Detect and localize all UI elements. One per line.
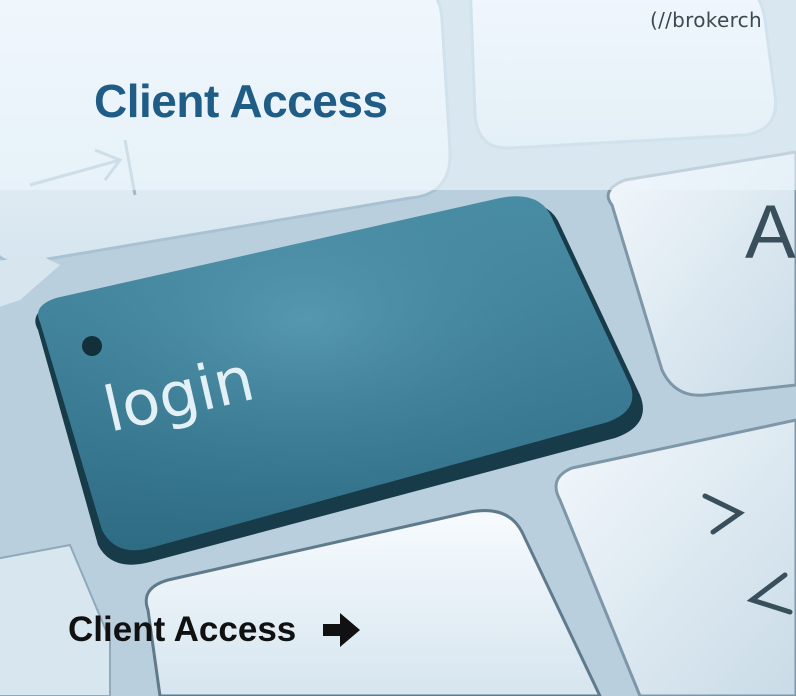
client-access-card: A login (//brokerch Client Access Client…	[0, 0, 796, 696]
client-access-link[interactable]: Client Access	[68, 610, 362, 650]
arrow-right-icon	[323, 613, 361, 647]
key-a-label: A	[745, 190, 796, 275]
page-title: Client Access	[94, 75, 388, 127]
url-text: (//brokerch	[650, 8, 762, 32]
client-access-link-label: Client Access	[68, 610, 297, 649]
key-indicator-dot	[82, 336, 102, 356]
